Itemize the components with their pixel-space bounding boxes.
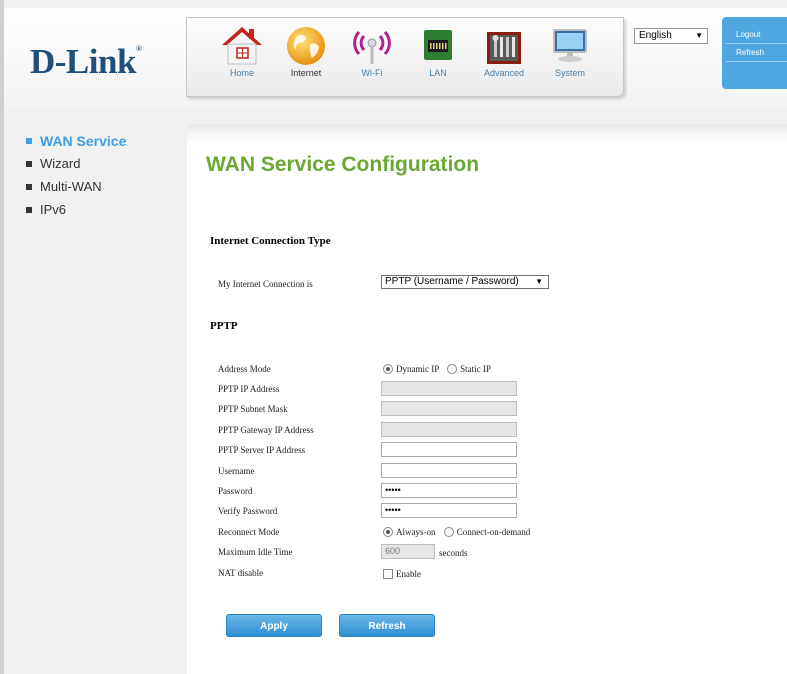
bullet-icon (26, 138, 32, 145)
refresh-button[interactable]: Refresh (339, 614, 435, 637)
apply-button[interactable]: Apply (226, 614, 322, 637)
sidebar-item-label: Wizard (40, 156, 81, 171)
username-field[interactable] (381, 463, 517, 478)
sidebar-item-wan-service[interactable]: WAN Service (26, 133, 126, 156)
main-nav-bar: Home Internet Wi-Fi LAN Advanced System (186, 17, 624, 97)
verify-password-field[interactable]: ••••• (381, 503, 517, 518)
bullet-icon (26, 160, 32, 167)
connection-label: My Internet Connection is (218, 279, 313, 289)
nat-disable-checkbox[interactable] (383, 568, 393, 579)
nav-advanced-label: Advanced (483, 68, 525, 78)
address-mode-options: Dynamic IP Static IP (383, 363, 491, 375)
reconnect-mode-label: Reconnect Mode (218, 527, 280, 537)
radio-static-ip-label: Static IP (460, 364, 491, 374)
chevron-down-icon: ▼ (695, 31, 703, 40)
sidebar-item-wizard[interactable]: Wizard (26, 156, 126, 179)
section-title-pptp: PPTP (210, 320, 238, 332)
lan-chip-icon (424, 30, 452, 60)
pptp-ip-address-label: PPTP IP Address (218, 384, 280, 394)
username-label: Username (218, 466, 255, 476)
sidebar-item-label: IPv6 (40, 202, 67, 217)
password-field[interactable]: ••••• (381, 483, 517, 498)
nav-system-label: System (554, 68, 585, 78)
bullet-icon (26, 183, 32, 190)
sidebar-item-multi-wan[interactable]: Multi-WAN (26, 179, 126, 202)
pptp-subnet-mask-field[interactable] (381, 401, 517, 416)
nav-home[interactable]: Home (211, 24, 273, 78)
pptp-server-ip-field[interactable] (381, 442, 517, 457)
reconnect-mode-options: Always-on Connect-on-demand (383, 526, 531, 538)
top-links-divider (726, 61, 787, 62)
radio-always-on[interactable] (383, 526, 393, 537)
language-selected: English (639, 30, 672, 41)
wifi-antenna-icon (353, 30, 391, 64)
chevron-down-icon: ▼ (535, 277, 543, 286)
radio-connect-on-demand[interactable] (443, 526, 454, 537)
house-icon (222, 27, 262, 65)
nat-disable-label: NAT disable (218, 568, 264, 578)
toolbox-icon (487, 32, 521, 64)
max-idle-time-label: Maximum Idle Time (218, 547, 293, 557)
max-idle-time-unit: seconds (439, 548, 468, 558)
refresh-link[interactable]: Refresh (722, 48, 787, 57)
pptp-gateway-label: PPTP Gateway IP Address (218, 425, 314, 435)
address-mode-label: Address Mode (218, 364, 271, 374)
pptp-subnet-mask-label: PPTP Subnet Mask (218, 404, 288, 414)
nav-internet[interactable]: Internet (275, 24, 337, 78)
password-label: Password (218, 486, 253, 496)
radio-connect-on-demand-label: Connect-on-demand (456, 527, 531, 537)
globe-icon (287, 27, 325, 65)
logo-registered-mark: ® (135, 44, 142, 53)
connection-type-selected: PPTP (Username / Password) (385, 276, 519, 287)
language-select[interactable]: English ▼ (634, 28, 708, 44)
pptp-server-ip-label: PPTP Server IP Address (218, 445, 306, 455)
sidebar: WAN Service Wizard Multi-WAN IPv6 (26, 133, 126, 225)
radio-always-on-label: Always-on (396, 527, 436, 537)
pptp-gateway-field[interactable] (381, 422, 517, 437)
sidebar-item-ipv6[interactable]: IPv6 (26, 202, 126, 225)
radio-static-ip[interactable] (447, 363, 458, 374)
verify-password-label: Verify Password (218, 506, 278, 516)
nav-wifi[interactable]: Wi-Fi (341, 24, 403, 78)
connection-type-select[interactable]: PPTP (Username / Password) ▼ (381, 275, 549, 289)
nav-lan[interactable]: LAN (407, 24, 469, 78)
content-panel (187, 124, 787, 674)
nav-advanced[interactable]: Advanced (473, 24, 535, 78)
nat-disable-option: Enable (383, 568, 421, 580)
radio-dynamic-ip-label: Dynamic IP (396, 364, 439, 374)
radio-dynamic-ip[interactable] (383, 363, 393, 374)
pptp-ip-address-field[interactable] (381, 381, 517, 396)
nat-disable-checkbox-label: Enable (396, 569, 421, 579)
nav-home-label: Home (229, 68, 254, 78)
top-links-divider (726, 43, 787, 44)
section-title-connection-type: Internet Connection Type (210, 235, 331, 247)
monitor-icon (553, 29, 587, 62)
page-title: WAN Service Configuration (206, 153, 480, 176)
max-idle-time-field[interactable]: 600 (381, 544, 435, 559)
sidebar-item-label: Multi-WAN (40, 179, 102, 194)
nav-lan-label: LAN (429, 68, 447, 78)
dlink-logo: D-Link® (30, 42, 142, 82)
bullet-icon (26, 206, 32, 213)
nav-system[interactable]: System (539, 24, 601, 78)
logo-text: D-Link (30, 42, 136, 81)
top-links-panel: Logout Refresh (722, 17, 787, 89)
nav-wifi-label: Wi-Fi (361, 68, 383, 78)
sidebar-item-label: WAN Service (40, 133, 127, 149)
logout-link[interactable]: Logout (722, 30, 787, 39)
nav-internet-label: Internet (290, 68, 322, 78)
